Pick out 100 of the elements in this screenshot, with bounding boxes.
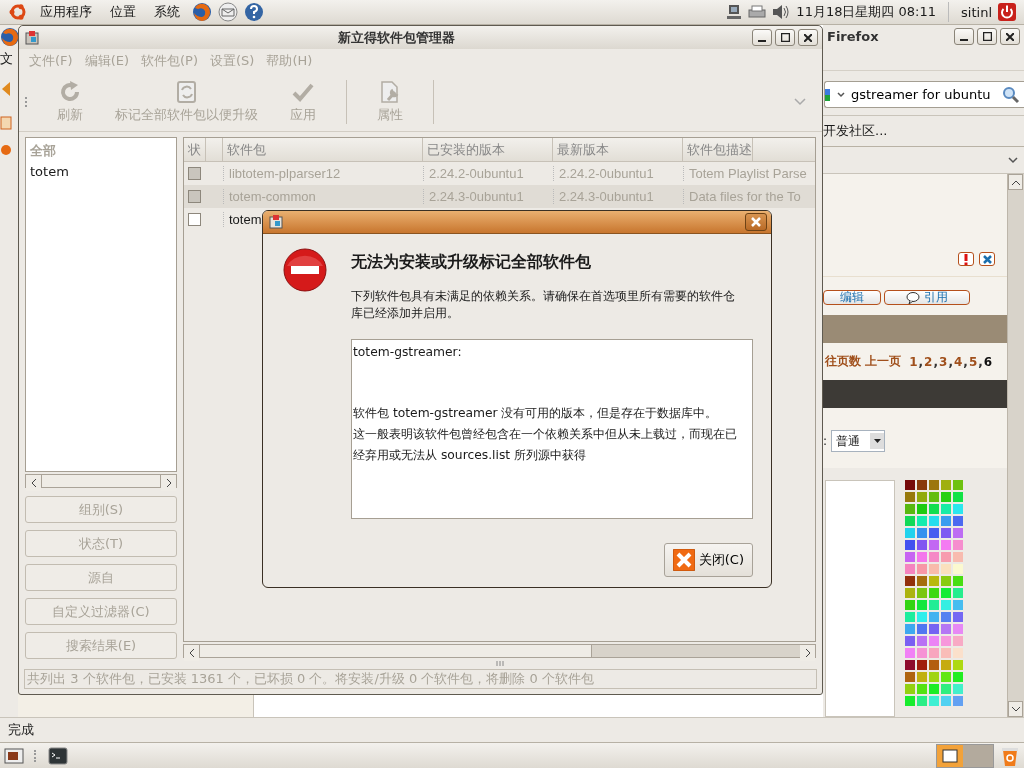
user-name[interactable]: sitinl <box>961 4 992 20</box>
table-cell: libtotem-plparser12 <box>223 166 423 181</box>
pager-label: 往页数 上一页 <box>825 353 902 370</box>
window-title: 新立得软件包管理器 <box>338 28 455 47</box>
page-link[interactable]: 2 <box>924 354 933 369</box>
search-field[interactable]: gstreamer for ubuntu <box>824 81 1024 108</box>
maximize-button[interactable] <box>977 28 997 45</box>
printer-icon[interactable] <box>748 4 767 20</box>
checkbox[interactable] <box>188 167 201 180</box>
terminal-icon[interactable] <box>48 746 68 765</box>
pane-handle-icon[interactable] <box>495 660 504 666</box>
menu-item[interactable]: 文 <box>0 48 13 68</box>
minimize-button[interactable] <box>954 28 974 45</box>
window-title: Firefox <box>827 29 879 44</box>
page-link[interactable]: 4 <box>953 354 963 369</box>
minimize-icon <box>758 39 766 42</box>
panel-menu[interactable]: 位置 <box>104 3 142 21</box>
cross-icon <box>982 254 992 264</box>
arrow-right-icon[interactable] <box>804 649 811 658</box>
separator-comma: , <box>978 354 983 369</box>
dialog-message: 下列软件包具有未满足的依赖关系。请确保在首选项里所有需要的软件仓库已经添加并启用。 <box>351 287 736 321</box>
search-icon[interactable] <box>1002 85 1020 104</box>
show-desktop-icon[interactable] <box>4 746 24 765</box>
table-cell: 2.24.3-0ubuntu1 <box>423 189 553 204</box>
close-button[interactable] <box>798 29 818 46</box>
select-dropdown[interactable]: 普通 <box>831 430 886 452</box>
filter-list[interactable]: 全部 totem <box>25 137 177 472</box>
network-icon[interactable] <box>726 4 743 20</box>
page-link[interactable]: 6 <box>983 354 993 369</box>
column-header[interactable]: 已安装的版本 <box>423 138 553 161</box>
column-header[interactable]: 软件包 <box>223 138 423 161</box>
arrow-up-icon[interactable] <box>1011 179 1020 185</box>
arrow-left-icon[interactable] <box>188 649 195 658</box>
window-icon <box>941 747 959 764</box>
maximize-icon <box>780 33 790 42</box>
scrollbar[interactable] <box>25 474 177 488</box>
status-text: 完成 <box>8 721 34 739</box>
arrow-right-icon[interactable] <box>165 479 172 487</box>
exclamation-icon <box>963 253 969 265</box>
package-icon <box>267 213 285 231</box>
quote-button[interactable]: 引用 <box>884 290 970 305</box>
details-text: totem-gstreamer: <box>353 344 463 361</box>
filter-item[interactable]: totem <box>30 161 69 182</box>
separator-comma: , <box>948 354 953 369</box>
checkbox[interactable] <box>188 190 201 203</box>
tab-icon[interactable] <box>0 144 12 156</box>
bookmark-link[interactable]: 开发社区... <box>823 122 888 140</box>
details-text: 这一般表明该软件包曾经包含在一个依赖关系中但从未上载过，而现在已经弃用或无法从 sources.list 所列源中获得 <box>353 426 738 464</box>
power-icon[interactable] <box>998 3 1016 21</box>
page-link[interactable]: 1 <box>909 354 918 369</box>
speech-bubble-icon <box>906 291 920 304</box>
minimize-button[interactable] <box>752 29 772 46</box>
close-button[interactable] <box>1000 28 1020 45</box>
close-icon <box>672 549 695 571</box>
report-button[interactable] <box>958 252 974 266</box>
refresh-icon <box>58 80 82 104</box>
edit-button[interactable]: 编辑 <box>823 290 881 305</box>
arrow-down-icon[interactable] <box>1011 706 1020 712</box>
mail-icon[interactable] <box>218 2 238 22</box>
close-button[interactable] <box>745 213 767 231</box>
table-cell: Totem Playlist Parse <box>683 166 807 181</box>
separator-comma: , <box>933 354 939 369</box>
table-cell: 2.24.2-0ubuntu1 <box>553 166 683 181</box>
panel-menu[interactable]: 系统 <box>148 3 186 21</box>
volume-icon[interactable] <box>772 4 791 20</box>
close-icon <box>804 33 812 42</box>
chevron-down-icon[interactable] <box>1008 156 1018 164</box>
package-icon <box>23 28 41 47</box>
help-icon[interactable] <box>244 2 264 22</box>
column-header[interactable]: 软件包描述 <box>683 138 753 161</box>
checkbox[interactable] <box>188 213 201 226</box>
clock[interactable]: 11月18日星期四 08:11 <box>796 3 937 21</box>
dialog-heading: 无法为安装或升级标记全部软件包 <box>351 252 592 273</box>
column-header[interactable]: 最新版本 <box>553 138 683 161</box>
error-icon <box>283 248 327 292</box>
ubuntu-logo-icon[interactable] <box>8 2 28 22</box>
panel-menu[interactable]: 应用程序 <box>34 3 98 21</box>
arrow-left-icon[interactable] <box>30 479 37 487</box>
close-icon <box>1006 32 1014 41</box>
column-header[interactable]: 状 <box>184 138 206 161</box>
firefox-icon[interactable] <box>0 26 20 47</box>
separator-comma: , <box>918 354 924 369</box>
maximize-button[interactable] <box>775 29 795 46</box>
dropdown-arrow-icon <box>873 439 881 443</box>
color-palette-drawing[interactable] <box>905 480 965 708</box>
delete-button[interactable] <box>979 252 995 266</box>
separator-comma: , <box>963 354 968 369</box>
scrollbar[interactable] <box>1007 174 1024 717</box>
minimize-icon <box>960 38 968 41</box>
details-text: 软件包 totem-gstreamer 没有可用的版本，但是存在于数据库中。 <box>353 405 719 422</box>
close-icon <box>751 217 761 227</box>
scrollbar[interactable] <box>183 644 816 659</box>
table-cell: 2.24.2-0ubuntu1 <box>423 166 553 181</box>
workspace-switcher[interactable] <box>936 743 994 768</box>
table-cell: totem-common <box>223 189 423 204</box>
page-link[interactable]: 5 <box>968 354 978 369</box>
firefox-icon[interactable] <box>192 2 212 22</box>
close-button[interactable]: 关闭(C) <box>663 543 753 577</box>
page-link[interactable]: 3 <box>939 354 948 369</box>
table-cell: 2.24.3-0ubuntu1 <box>553 189 683 204</box>
